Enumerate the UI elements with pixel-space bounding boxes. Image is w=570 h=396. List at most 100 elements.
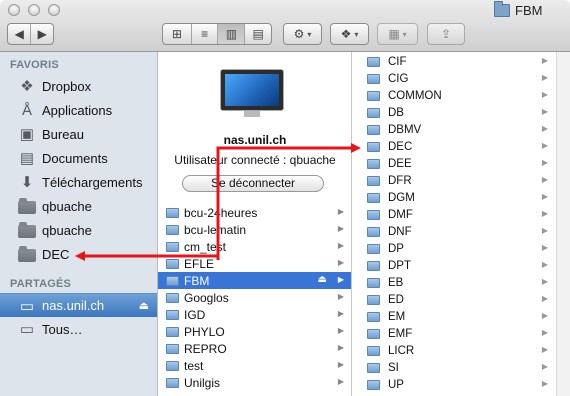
list-item[interactable]: DBMV ▶ xyxy=(352,121,570,138)
list-item[interactable]: DEE ▶ xyxy=(352,155,570,172)
list-item[interactable]: UP ▶ xyxy=(352,376,570,393)
list-item[interactable]: DNF ▶ xyxy=(352,223,570,240)
list-item[interactable]: bcu-24heures ▶ xyxy=(158,204,351,221)
list-item-label: IGD xyxy=(184,307,206,322)
chevron-right-icon: ▶ xyxy=(541,260,548,269)
list-item[interactable]: COMMON ▶ xyxy=(352,87,570,104)
sidebar-item-label: Dropbox xyxy=(42,78,92,94)
chevron-right-icon: ▶ xyxy=(541,209,548,218)
chevron-right-icon: ▶ xyxy=(541,311,548,320)
folder-icon xyxy=(367,90,380,101)
folder-icon xyxy=(166,224,179,235)
list-item[interactable]: cm_test ▶ xyxy=(158,238,351,255)
icon-view-button[interactable]: ⊞ xyxy=(163,24,191,44)
list-item[interactable]: REPRO ▶ xyxy=(158,340,351,357)
folder-icon xyxy=(367,175,380,186)
list-item[interactable]: DMF ▶ xyxy=(352,206,570,223)
folder-icon xyxy=(166,377,179,388)
list-item[interactable]: DFR ▶ xyxy=(352,172,570,189)
list-item[interactable]: FBM ⏏ ▶ xyxy=(158,272,351,289)
chevron-right-icon: ▶ xyxy=(541,243,548,252)
folder-icon xyxy=(166,326,179,337)
sidebar-item-documents[interactable]: ▤ Documents xyxy=(0,146,157,170)
folder-icon xyxy=(367,107,380,118)
list-item-label: EFLE xyxy=(184,256,215,271)
list-item[interactable]: DEC ▶ xyxy=(352,138,570,155)
action-menu-button[interactable]: ⚙ ▾ xyxy=(283,23,322,45)
sidebar-item-label: Bureau xyxy=(42,126,84,142)
share-button[interactable]: ⇪ xyxy=(427,23,465,45)
list-item[interactable]: CIG ▶ xyxy=(352,70,570,87)
arrange-menu-button[interactable]: ▦ ▾ xyxy=(377,23,418,45)
folder-icon xyxy=(494,1,510,17)
sidebar-item-qbuache[interactable]: qbuache xyxy=(0,194,157,218)
chevron-right-icon: ▶ xyxy=(337,207,344,216)
sidebar-item-dropbox[interactable]: ❖ Dropbox xyxy=(0,74,157,98)
zoom-window-button[interactable] xyxy=(48,4,60,16)
list-item[interactable]: Googlos ▶ xyxy=(158,289,351,306)
sidebar-item-qbuache-2[interactable]: qbuache xyxy=(0,218,157,242)
sidebar-item-nas-unil-ch[interactable]: ▭ nas.unil.ch ⏏ xyxy=(0,293,157,317)
sidebar-item-label: Tous… xyxy=(42,321,83,337)
list-item[interactable]: DGM ▶ xyxy=(352,189,570,206)
list-item-label: ED xyxy=(388,293,404,306)
list-item-label: CIG xyxy=(388,72,409,85)
forward-button[interactable]: ▶ xyxy=(30,24,53,44)
sidebar-item-bureau[interactable]: ▣ Bureau xyxy=(0,122,157,146)
column-view-button[interactable]: ▥ xyxy=(217,24,245,44)
folder-icon xyxy=(367,192,380,203)
eject-icon[interactable]: ⏏ xyxy=(318,274,327,285)
list-item-label: test xyxy=(184,358,204,373)
list-item[interactable]: EMF ▶ xyxy=(352,325,570,342)
list-item[interactable]: ED ▶ xyxy=(352,291,570,308)
list-item-label: LICR xyxy=(388,344,415,357)
list-item-label: DFR xyxy=(388,174,412,187)
dropbox-icon: ❖ xyxy=(340,27,352,41)
list-item[interactable]: PHYLO ▶ xyxy=(158,323,351,340)
view-mode-selector: ⊞ ≡ ▥ ▤ xyxy=(162,23,272,45)
list-item[interactable]: EFLE ▶ xyxy=(158,255,351,272)
network-icon: ▭ xyxy=(19,321,35,338)
list-item[interactable]: bcu-lematin ▶ xyxy=(158,221,351,238)
cover-flow-button[interactable]: ▤ xyxy=(244,24,271,44)
sidebar-item-label: Applications xyxy=(42,102,113,118)
eject-icon[interactable]: ⏏ xyxy=(139,299,149,312)
list-item[interactable]: DPT ▶ xyxy=(352,257,570,274)
folder-icon xyxy=(166,241,179,252)
list-item[interactable]: Unilgis ▶ xyxy=(158,374,351,391)
list-item[interactable]: LICR ▶ xyxy=(352,342,570,359)
sidebar-item-applications[interactable]: Å Applications xyxy=(0,98,157,122)
folder-icon xyxy=(367,73,380,84)
list-item[interactable]: EM ▶ xyxy=(352,308,570,325)
server-name: nas.unil.ch xyxy=(223,133,287,147)
list-item[interactable]: DB ▶ xyxy=(352,104,570,121)
chevron-right-icon: ▶ xyxy=(337,377,344,386)
list-item[interactable]: IGD ▶ xyxy=(158,306,351,323)
list-item[interactable]: SI ▶ xyxy=(352,359,570,376)
back-button[interactable]: ◀ xyxy=(8,24,30,44)
folder-icon xyxy=(166,258,179,269)
folder-icon xyxy=(367,328,380,339)
chevron-right-icon: ▶ xyxy=(541,141,548,150)
disconnect-button[interactable]: Se déconnecter xyxy=(182,175,324,192)
folder-icon xyxy=(166,343,179,354)
list-item-label: FBM xyxy=(184,273,210,288)
list-item[interactable]: DP ▶ xyxy=(352,240,570,257)
list-item-label: DP xyxy=(388,242,404,255)
minimize-window-button[interactable] xyxy=(28,4,40,16)
sidebar-item-dec[interactable]: DEC xyxy=(0,242,157,266)
list-item[interactable]: EB ▶ xyxy=(352,274,570,291)
sidebar-item-telechargements[interactable]: ⬇ Téléchargements xyxy=(0,170,157,194)
sidebar-item-tous[interactable]: ▭ Tous… xyxy=(0,317,157,341)
chevron-right-icon: ▶ xyxy=(541,192,548,201)
list-item[interactable]: CIF ▶ xyxy=(352,53,570,70)
dropbox-menu-button[interactable]: ❖ ▾ xyxy=(330,23,369,45)
list-item-label: DMF xyxy=(388,208,413,221)
list-item-label: DBMV xyxy=(388,123,422,136)
folder-icon xyxy=(367,311,380,322)
list-view-button[interactable]: ≡ xyxy=(190,24,218,44)
list-item[interactable]: test ▶ xyxy=(158,357,351,374)
scrollbar[interactable] xyxy=(556,52,570,396)
close-window-button[interactable] xyxy=(8,4,20,16)
folder-icon xyxy=(367,260,380,271)
